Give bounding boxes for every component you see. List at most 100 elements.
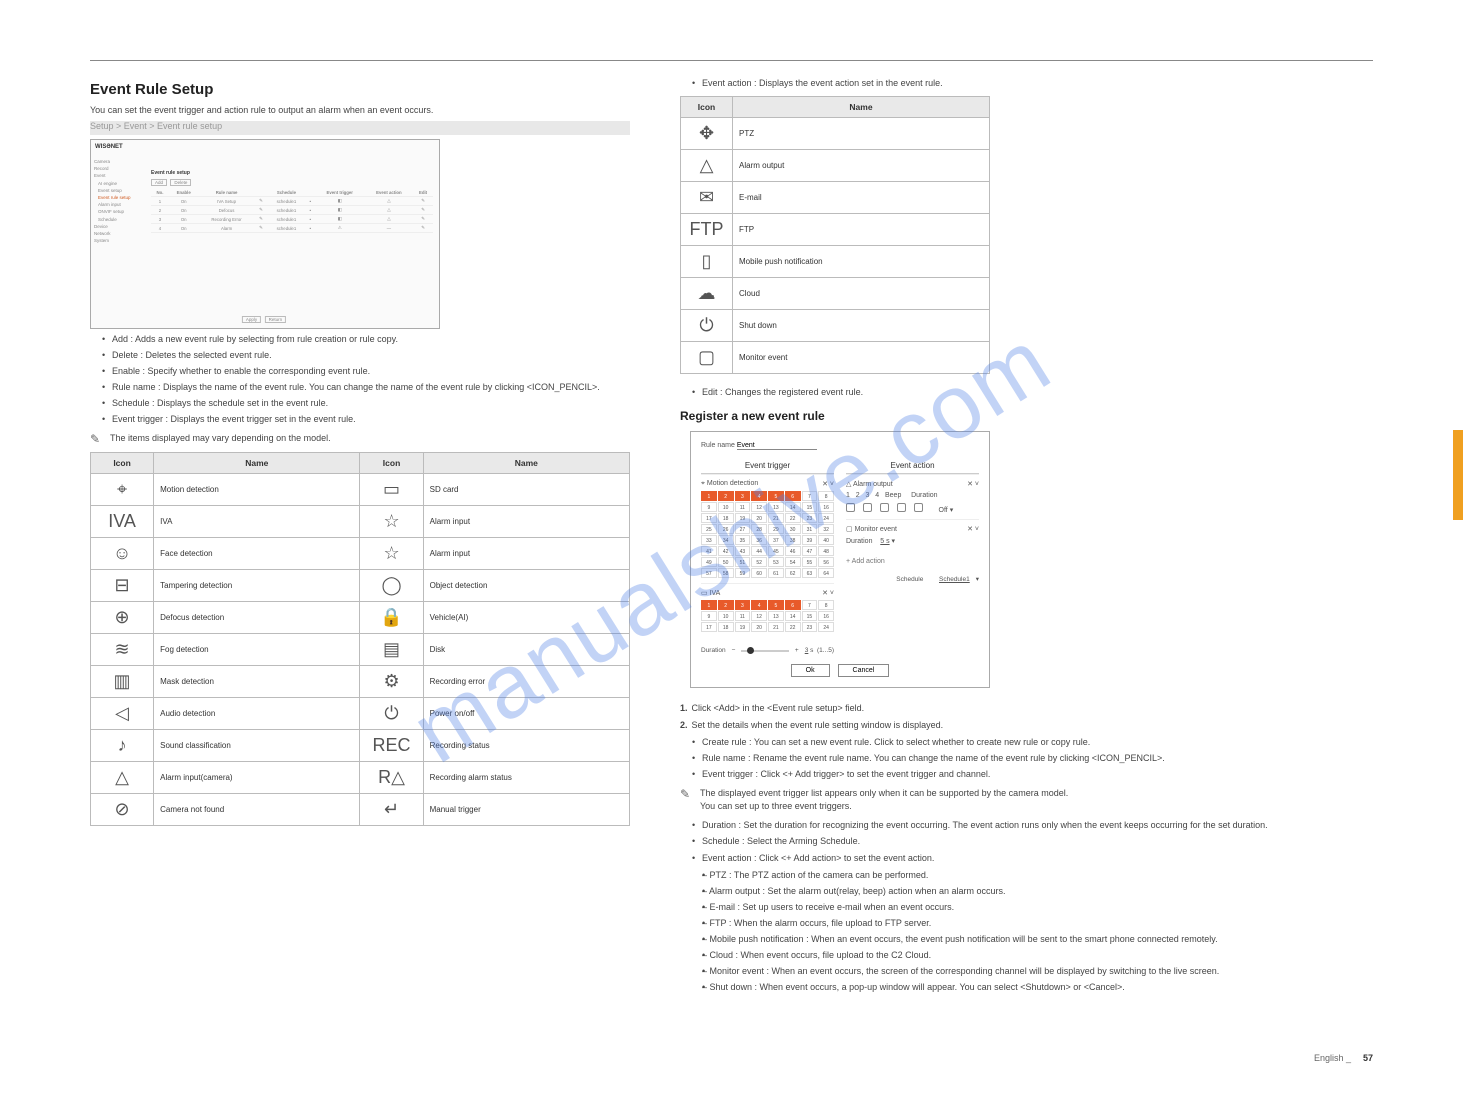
channel-cell[interactable]: 57 xyxy=(701,568,717,578)
channel-cell[interactable]: 41 xyxy=(701,546,717,556)
channel-cell[interactable]: 8 xyxy=(818,491,834,501)
channel-cell[interactable]: 18 xyxy=(718,622,734,632)
channel-cell[interactable]: 23 xyxy=(802,622,818,632)
channel-cell[interactable]: 19 xyxy=(735,622,751,632)
channel-cell[interactable]: 24 xyxy=(818,513,834,523)
channel-cell[interactable]: 30 xyxy=(785,524,801,534)
channel-cell[interactable]: 58 xyxy=(718,568,734,578)
channel-cell[interactable]: 28 xyxy=(751,524,767,534)
channel-cell[interactable]: 20 xyxy=(751,513,767,523)
channel-cell[interactable]: 14 xyxy=(785,611,801,621)
channel-cell[interactable]: 7 xyxy=(802,491,818,501)
channel-cell[interactable]: 8 xyxy=(818,600,834,610)
channel-cell[interactable]: 42 xyxy=(718,546,734,556)
channel-cell[interactable]: 29 xyxy=(768,524,784,534)
channel-cell[interactable]: 35 xyxy=(735,535,751,545)
channel-cell[interactable]: 38 xyxy=(785,535,801,545)
channel-cell[interactable]: 46 xyxy=(785,546,801,556)
channel-cell[interactable]: 5 xyxy=(768,600,784,610)
alarm-out-4-checkbox[interactable] xyxy=(897,503,906,512)
channel-cell[interactable]: 9 xyxy=(701,611,717,621)
channel-cell[interactable]: 26 xyxy=(718,524,734,534)
channel-cell[interactable]: 44 xyxy=(751,546,767,556)
channel-cell[interactable]: 18 xyxy=(718,513,734,523)
channel-cell[interactable]: 31 xyxy=(802,524,818,534)
rule-name-input[interactable] xyxy=(737,442,817,450)
channel-cell[interactable]: 15 xyxy=(802,502,818,512)
channel-cell[interactable]: 2 xyxy=(718,491,734,501)
channel-cell[interactable]: 17 xyxy=(701,513,717,523)
channel-cell[interactable]: 39 xyxy=(802,535,818,545)
close-icon[interactable]: ✕ ˅ xyxy=(967,480,979,488)
channel-cell[interactable]: 25 xyxy=(701,524,717,534)
channel-cell[interactable]: 54 xyxy=(785,557,801,567)
channel-cell[interactable]: 56 xyxy=(818,557,834,567)
channel-cell[interactable]: 15 xyxy=(802,611,818,621)
channel-cell[interactable]: 1 xyxy=(701,491,717,501)
channel-cell[interactable]: 5 xyxy=(768,491,784,501)
channel-cell[interactable]: 62 xyxy=(785,568,801,578)
channel-cell[interactable]: 9 xyxy=(701,502,717,512)
channel-cell[interactable]: 10 xyxy=(718,502,734,512)
alarm-out-3-checkbox[interactable] xyxy=(880,503,889,512)
channel-cell[interactable]: 48 xyxy=(818,546,834,556)
channel-cell[interactable]: 43 xyxy=(735,546,751,556)
channel-cell[interactable]: 50 xyxy=(718,557,734,567)
channel-cell[interactable]: 34 xyxy=(718,535,734,545)
channel-cell[interactable]: 1 xyxy=(701,600,717,610)
close-icon[interactable]: ✕ ˅ xyxy=(822,480,834,488)
add-action-button[interactable]: Add action xyxy=(846,558,979,565)
channel-cell[interactable]: 21 xyxy=(768,513,784,523)
channel-cell[interactable]: 3 xyxy=(735,491,751,501)
channel-cell[interactable]: 12 xyxy=(751,502,767,512)
channel-cell[interactable]: 10 xyxy=(718,611,734,621)
duration-slider[interactable] xyxy=(741,650,789,652)
channel-cell[interactable]: 32 xyxy=(818,524,834,534)
channel-cell[interactable]: 52 xyxy=(751,557,767,567)
channel-cell[interactable]: 63 xyxy=(802,568,818,578)
channel-cell[interactable]: 6 xyxy=(785,600,801,610)
channel-cell[interactable]: 13 xyxy=(768,611,784,621)
channel-cell[interactable]: 47 xyxy=(802,546,818,556)
channel-cell[interactable]: 40 xyxy=(818,535,834,545)
channel-cell[interactable]: 37 xyxy=(768,535,784,545)
channel-cell[interactable]: 7 xyxy=(802,600,818,610)
channel-cell[interactable]: 11 xyxy=(735,502,751,512)
channel-cell[interactable]: 51 xyxy=(735,557,751,567)
channel-cell[interactable]: 16 xyxy=(818,611,834,621)
channel-cell[interactable]: 27 xyxy=(735,524,751,534)
close-icon[interactable]: ✕ ˅ xyxy=(822,589,834,597)
channel-cell[interactable]: 23 xyxy=(802,513,818,523)
alarm-out-2-checkbox[interactable] xyxy=(863,503,872,512)
channel-cell[interactable]: 55 xyxy=(802,557,818,567)
ok-button[interactable]: Ok xyxy=(791,664,830,677)
channel-cell[interactable]: 22 xyxy=(785,622,801,632)
channel-cell[interactable]: 59 xyxy=(735,568,751,578)
close-icon[interactable]: ✕ ˅ xyxy=(967,525,979,533)
channel-cell[interactable]: 64 xyxy=(818,568,834,578)
channel-cell[interactable]: 4 xyxy=(751,491,767,501)
channel-cell[interactable]: 61 xyxy=(768,568,784,578)
channel-cell[interactable]: 13 xyxy=(768,502,784,512)
channel-cell[interactable]: 19 xyxy=(735,513,751,523)
channel-cell[interactable]: 2 xyxy=(718,600,734,610)
channel-cell[interactable]: 11 xyxy=(735,611,751,621)
channel-cell[interactable]: 6 xyxy=(785,491,801,501)
channel-cell[interactable]: 17 xyxy=(701,622,717,632)
channel-cell[interactable]: 4 xyxy=(751,600,767,610)
channel-cell[interactable]: 24 xyxy=(818,622,834,632)
channel-cell[interactable]: 36 xyxy=(751,535,767,545)
channel-cell[interactable]: 53 xyxy=(768,557,784,567)
channel-cell[interactable]: 45 xyxy=(768,546,784,556)
channel-cell[interactable]: 3 xyxy=(735,600,751,610)
channel-cell[interactable]: 49 xyxy=(701,557,717,567)
alarm-out-1-checkbox[interactable] xyxy=(846,503,855,512)
channel-cell[interactable]: 33 xyxy=(701,535,717,545)
screenshot-add-btn[interactable]: Add xyxy=(151,179,167,186)
cancel-button[interactable]: Cancel xyxy=(838,664,890,677)
alarm-out-beep-checkbox[interactable] xyxy=(914,503,923,512)
channel-cell[interactable]: 60 xyxy=(751,568,767,578)
channel-cell[interactable]: 22 xyxy=(785,513,801,523)
channel-cell[interactable]: 14 xyxy=(785,502,801,512)
channel-cell[interactable]: 12 xyxy=(751,611,767,621)
